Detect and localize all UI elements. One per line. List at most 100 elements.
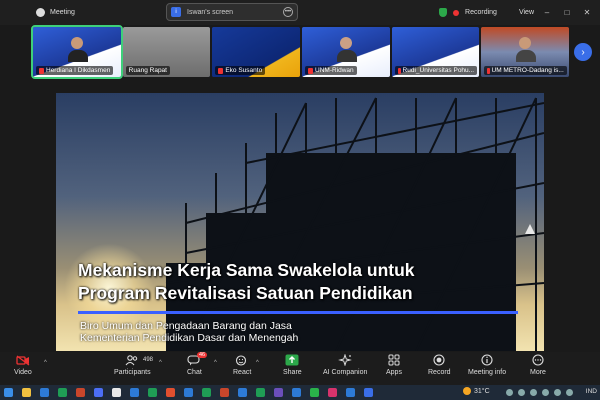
more-button[interactable]: More <box>530 354 546 376</box>
chat-options-caret-icon[interactable]: ^ <box>214 360 217 366</box>
participants-button[interactable]: 498 Participants <box>114 354 154 376</box>
share-label: Share <box>283 369 302 376</box>
participant-avatar <box>67 37 88 62</box>
share-screen-arrow-icon <box>285 354 299 366</box>
word-doc-icon[interactable] <box>130 388 139 397</box>
tray-icon[interactable] <box>506 389 513 396</box>
chat-button[interactable]: 46 Chat <box>187 352 208 376</box>
participant-tile[interactable]: Rudi_Universitas Pohu... <box>391 27 480 77</box>
excel-doc-icon[interactable] <box>202 388 211 397</box>
record-icon <box>432 354 446 366</box>
participant-name: Ruang Rapat <box>125 66 170 75</box>
app-title-text: Meeting <box>50 9 75 16</box>
ai-companion-button[interactable]: AI Companion <box>323 354 367 376</box>
whatsapp-icon[interactable] <box>310 388 319 397</box>
mic-muted-icon <box>218 67 224 74</box>
mic-muted-icon <box>487 67 490 74</box>
record-label: Record <box>428 369 451 376</box>
excel-icon[interactable] <box>58 388 67 397</box>
participant-avatar <box>336 37 357 62</box>
weather-widget[interactable]: 31°C <box>463 387 490 395</box>
video-button[interactable]: Video <box>14 354 32 376</box>
excel-doc-icon[interactable] <box>148 388 157 397</box>
meeting-toolbar: Video ^ 498 Participants ^ 46 Chat ^ Rea… <box>0 352 600 385</box>
next-page-button[interactable]: › <box>574 43 592 61</box>
tray-icon[interactable] <box>542 389 549 396</box>
minimize-button[interactable]: – <box>540 8 554 17</box>
share-button[interactable]: Share <box>283 354 302 376</box>
powerpoint-icon[interactable] <box>76 388 85 397</box>
apps-button[interactable]: Apps <box>386 354 402 376</box>
slide-subtitle-line1: Biro Umum dan Pengadaan Barang dan Jasa <box>80 320 292 332</box>
participant-name: UM METRO-Dadang is... <box>484 66 567 75</box>
mic-muted-icon <box>308 67 314 74</box>
more-options-icon[interactable]: ••• <box>283 7 293 17</box>
temperature: 31°C <box>474 387 490 395</box>
record-button[interactable]: Record <box>428 354 451 376</box>
screen-share-pill[interactable]: i Iswan's screen ••• <box>166 3 298 21</box>
more-dots-icon <box>531 354 545 366</box>
apps-label: Apps <box>386 369 402 376</box>
chrome-icon[interactable] <box>112 388 121 397</box>
sun-icon <box>463 387 471 395</box>
network-icon[interactable] <box>530 389 537 396</box>
file-explorer-icon[interactable] <box>22 388 31 397</box>
tray-icon[interactable] <box>554 389 561 396</box>
react-label: React <box>233 369 252 376</box>
recording-label[interactable]: Recording <box>465 9 497 16</box>
powerpoint-doc-icon[interactable] <box>220 388 229 397</box>
participant-name: Herdiana I Dikdasmen <box>36 66 114 75</box>
title-bar: Meeting i Iswan's screen ••• Recording V… <box>0 0 600 25</box>
instagram-icon[interactable] <box>328 388 337 397</box>
slide-subtitle-line2: Kementerian Pendidikan Dasar dan Menenga… <box>80 332 299 344</box>
maximize-button[interactable]: □ <box>560 8 574 17</box>
slide-subtitle: Biro Umum dan Pengadaan Barang dan Jasa … <box>80 320 298 344</box>
paw-logo-icon <box>36 8 45 17</box>
participant-tile[interactable]: UM METRO-Dadang is... <box>481 27 570 77</box>
participants-options-caret-icon[interactable]: ^ <box>159 360 162 366</box>
excel-doc-icon[interactable] <box>256 388 265 397</box>
pdf-icon[interactable] <box>166 388 175 397</box>
app-icon[interactable] <box>274 388 283 397</box>
participant-name: Rudi_Universitas Pohu... <box>394 66 478 75</box>
word-doc-icon[interactable] <box>184 388 193 397</box>
react-options-caret-icon[interactable]: ^ <box>256 360 259 366</box>
info-icon <box>480 354 494 366</box>
more-label: More <box>530 369 546 376</box>
react-button[interactable]: React <box>233 354 251 376</box>
security-shield-icon[interactable] <box>439 8 448 17</box>
slide-divider <box>78 311 518 314</box>
meeting-info-button[interactable]: Meeting info <box>468 354 506 376</box>
close-button[interactable]: ✕ <box>580 8 594 17</box>
app-title: Meeting <box>36 8 75 17</box>
word-icon[interactable] <box>40 388 49 397</box>
language-indicator[interactable]: IND <box>586 388 597 395</box>
recording-dot-icon <box>453 9 460 16</box>
word-doc-icon[interactable] <box>292 388 301 397</box>
video-off-icon <box>16 354 30 366</box>
view-button[interactable]: View <box>519 9 534 16</box>
share-screen-icon: i <box>171 7 181 17</box>
participant-tile[interactable]: Ruang Rapat <box>122 27 211 77</box>
participant-avatar <box>516 37 537 62</box>
mic-muted-icon <box>39 67 44 74</box>
participant-tile[interactable]: UNM-Ridwan <box>302 27 390 77</box>
cloud-icon[interactable] <box>518 389 525 396</box>
tray-icon[interactable] <box>566 389 573 396</box>
shared-screen: Mekanisme Kerja Sama Swakelola untuk Pro… <box>56 93 544 351</box>
start-icon[interactable] <box>4 388 13 397</box>
warning-icon <box>525 224 535 234</box>
meeting-info-label: Meeting info <box>468 369 507 376</box>
word-doc-icon[interactable] <box>238 388 247 397</box>
edge-icon[interactable] <box>346 388 355 397</box>
top-right-controls: Recording View – □ ✕ <box>439 0 600 25</box>
zoom-active-icon[interactable] <box>364 388 373 397</box>
video-options-caret-icon[interactable]: ^ <box>44 360 47 366</box>
apps-grid-icon <box>387 354 401 366</box>
windows-taskbar: 31°C IND <box>0 385 600 400</box>
participant-tile[interactable]: Eko Susanto <box>212 27 301 77</box>
participant-tile[interactable]: Herdiana I Dikdasmen <box>31 25 123 79</box>
participant-strip: Herdiana I Dikdasmen Ruang Rapat Eko Sus… <box>31 25 570 79</box>
zoom-icon[interactable] <box>94 388 103 397</box>
participants-count: 498 <box>143 357 154 363</box>
